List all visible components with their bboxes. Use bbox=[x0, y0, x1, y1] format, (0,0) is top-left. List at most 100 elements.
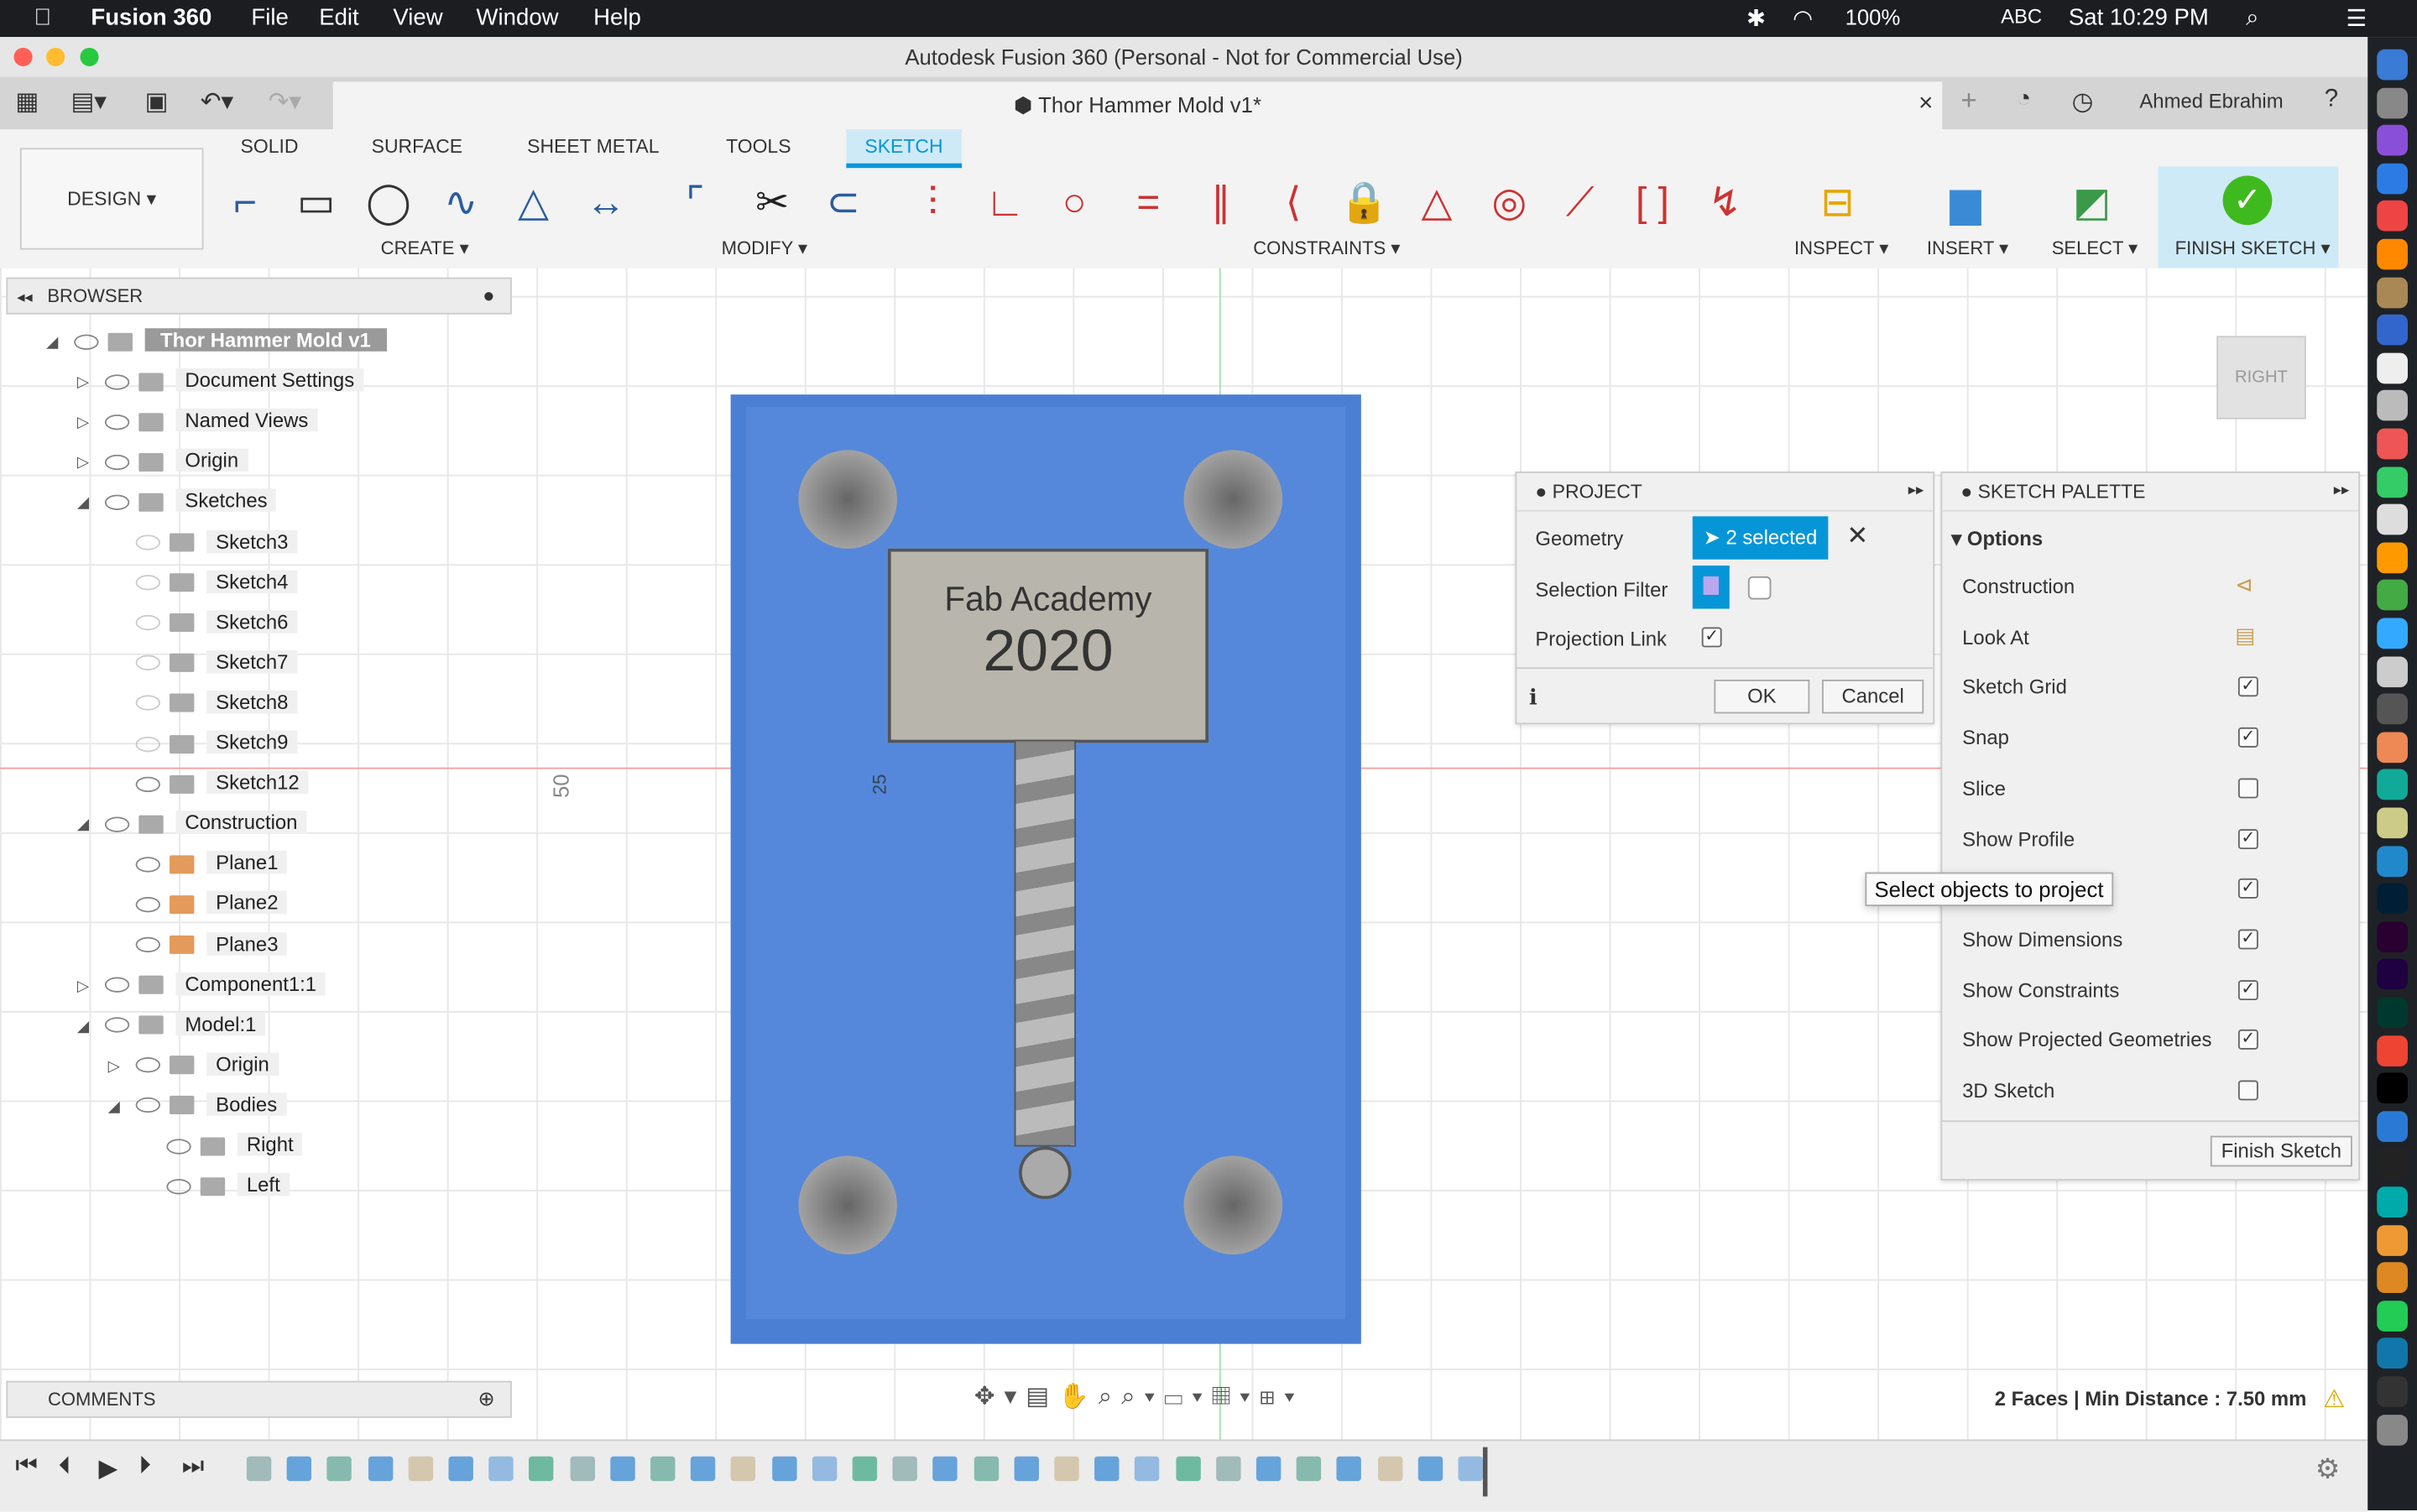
close-tab-icon[interactable]: × bbox=[1918, 81, 1933, 128]
look-at-icon[interactable]: ▤ bbox=[1026, 1384, 1058, 1410]
app-menu[interactable]: Fusion 360 bbox=[91, 5, 211, 31]
dock-app-icon[interactable] bbox=[2377, 580, 2408, 612]
palette-option-checkbox[interactable]: ✓ bbox=[2237, 979, 2258, 1000]
menu-file[interactable]: File bbox=[251, 5, 288, 31]
dock-app-icon[interactable] bbox=[2377, 1224, 2408, 1256]
expand-toggle-icon[interactable]: ▷ bbox=[77, 970, 105, 1004]
visibility-eye-icon[interactable] bbox=[135, 856, 161, 873]
input-source[interactable]: ABC bbox=[2001, 5, 2042, 29]
rectangle-tool-icon[interactable]: ▭ bbox=[290, 175, 342, 227]
coincident-icon[interactable]: ⫶ bbox=[906, 175, 958, 227]
browser-item[interactable]: ◢ Sketches bbox=[77, 484, 277, 518]
menu-help[interactable]: Help bbox=[593, 5, 641, 31]
timeline-feature-icon[interactable] bbox=[812, 1456, 837, 1482]
browser-item[interactable]: Plane1 bbox=[108, 847, 288, 880]
palette-option-checkbox[interactable]: ✓ bbox=[2237, 879, 2258, 899]
circle-tool-icon[interactable]: ◯ bbox=[363, 175, 415, 227]
expand-toggle-icon[interactable]: ▷ bbox=[77, 407, 105, 441]
curvature-icon[interactable]: ↯ bbox=[1699, 175, 1751, 227]
timeline-feature-icon[interactable] bbox=[1215, 1456, 1241, 1482]
visibility-eye-icon[interactable] bbox=[135, 615, 161, 631]
dock-app-icon[interactable] bbox=[2377, 1414, 2408, 1446]
minimize-window-button[interactable] bbox=[46, 47, 65, 66]
timeline-feature-icon[interactable] bbox=[368, 1456, 393, 1482]
timeline-feature-icon[interactable] bbox=[569, 1456, 595, 1482]
browser-item[interactable]: ◢ Bodies bbox=[108, 1088, 287, 1122]
redo-icon[interactable]: ↷▾ bbox=[269, 86, 301, 117]
timeline-feature-icon[interactable] bbox=[609, 1456, 635, 1482]
collinear-icon[interactable]: ⟨ bbox=[1267, 175, 1319, 227]
timeline-feature-icon[interactable] bbox=[327, 1456, 352, 1482]
offset-tool-icon[interactable]: ⊂ bbox=[817, 175, 869, 227]
projection-link-checkbox[interactable]: ✓ bbox=[1701, 627, 1722, 648]
expand-toggle-icon[interactable]: ▷ bbox=[77, 447, 105, 481]
dock-app-icon[interactable] bbox=[2377, 352, 2408, 383]
warning-icon[interactable]: ⚠ bbox=[2323, 1384, 2345, 1415]
browser-item[interactable]: ◢ Thor Hammer Mold v1 bbox=[46, 324, 387, 357]
tab-sheet-metal[interactable]: SHEET METAL bbox=[527, 136, 659, 158]
browser-item[interactable]: ▷ Origin bbox=[108, 1048, 279, 1082]
new-tab-icon[interactable]: + bbox=[1960, 85, 1976, 117]
zoom-window-button[interactable] bbox=[80, 47, 99, 66]
timeline-feature-icon[interactable] bbox=[771, 1456, 796, 1482]
select-icon[interactable]: ◩ bbox=[2065, 175, 2117, 227]
timeline-feature-icon[interactable] bbox=[932, 1456, 958, 1482]
dock-app-icon[interactable] bbox=[2377, 125, 2408, 156]
dock-app-icon[interactable] bbox=[2377, 1337, 2408, 1369]
browser-item[interactable]: ◢ Model:1 bbox=[77, 1008, 266, 1041]
browser-item[interactable]: Plane3 bbox=[108, 927, 288, 961]
dock-app-icon[interactable] bbox=[2377, 276, 2408, 308]
collapse-icon[interactable]: ◂◂ bbox=[17, 289, 32, 306]
timeline-marker[interactable] bbox=[1482, 1447, 1488, 1497]
play-icon[interactable]: ▶ bbox=[99, 1453, 118, 1484]
dock-app-icon[interactable] bbox=[2377, 1072, 2408, 1104]
trim-tool-icon[interactable]: ✂ bbox=[746, 175, 798, 227]
dock-app-icon[interactable] bbox=[2377, 1035, 2408, 1066]
midpoint-icon[interactable]: △ bbox=[1411, 175, 1463, 227]
save-icon[interactable]: ▣ bbox=[145, 86, 169, 117]
visibility-eye-icon[interactable] bbox=[135, 1098, 161, 1113]
browser-item[interactable]: ▷ Named Views bbox=[77, 404, 318, 441]
browser-item[interactable]: Plane2 bbox=[108, 887, 288, 920]
wifi-icon[interactable]: ◠ bbox=[1793, 5, 1813, 33]
help-icon[interactable]: ? bbox=[2325, 86, 2338, 114]
line-tool-icon[interactable]: ⌐ bbox=[219, 175, 271, 227]
menu-edit[interactable]: Edit bbox=[319, 5, 358, 31]
constraints-menu[interactable]: CONSTRAINTS ▾ bbox=[1253, 237, 1400, 259]
timeline-feature-icon[interactable] bbox=[529, 1456, 555, 1482]
expand-icon[interactable]: ▸▸ bbox=[2334, 473, 2349, 510]
geometry-selection[interactable]: ➤ 2 selected bbox=[1692, 516, 1829, 560]
browser-item[interactable]: Sketch9 bbox=[108, 726, 298, 759]
menu-window[interactable]: Window bbox=[477, 5, 559, 31]
visibility-eye-icon[interactable] bbox=[135, 896, 161, 913]
tab-sketch[interactable]: SKETCH bbox=[846, 129, 962, 169]
timeline-settings-icon[interactable]: ⚙ bbox=[2315, 1453, 2341, 1486]
concentric-icon[interactable]: ◎ bbox=[1483, 175, 1535, 227]
expand-toggle-icon[interactable]: ◢ bbox=[77, 487, 105, 521]
browser-item[interactable]: Sketch3 bbox=[108, 524, 298, 558]
pan-icon[interactable]: ✋ bbox=[1058, 1384, 1099, 1410]
filter-edges-button[interactable] bbox=[1692, 566, 1730, 609]
visibility-eye-icon[interactable] bbox=[135, 696, 161, 712]
dock-app-icon[interactable] bbox=[2377, 1110, 2408, 1142]
extensions-icon[interactable]: ◔ bbox=[2016, 86, 2031, 114]
dock-app-icon[interactable] bbox=[2377, 655, 2408, 687]
visibility-eye-icon[interactable] bbox=[104, 494, 130, 510]
dock-app-icon[interactable] bbox=[2377, 1186, 2408, 1218]
grid-settings-icon[interactable]: ▦▾ bbox=[1212, 1384, 1260, 1410]
dock-app-icon[interactable] bbox=[2377, 315, 2408, 346]
expand-toggle-icon[interactable]: ▷ bbox=[108, 1051, 136, 1084]
data-panel-icon[interactable]: ▦ bbox=[15, 86, 39, 117]
timeline-feature-icon[interactable] bbox=[286, 1456, 312, 1482]
measure-icon[interactable]: ⊟ bbox=[1811, 175, 1863, 227]
timeline-feature-icon[interactable] bbox=[1014, 1456, 1039, 1482]
dock-app-icon[interactable] bbox=[2377, 732, 2408, 763]
visibility-eye-icon[interactable] bbox=[135, 776, 161, 792]
visibility-eye-icon[interactable] bbox=[104, 1017, 130, 1034]
palette-option-checkbox[interactable]: ✓ bbox=[2237, 677, 2258, 697]
finish-sketch-palette-button[interactable]: Finish Sketch bbox=[2210, 1135, 2352, 1167]
expand-toggle-icon[interactable]: ◢ bbox=[108, 1091, 136, 1124]
perpendicular-icon[interactable]: ∟ bbox=[979, 175, 1031, 227]
spotlight-icon[interactable]: ⌕ bbox=[2246, 5, 2258, 31]
visibility-eye-icon[interactable] bbox=[166, 1138, 191, 1154]
